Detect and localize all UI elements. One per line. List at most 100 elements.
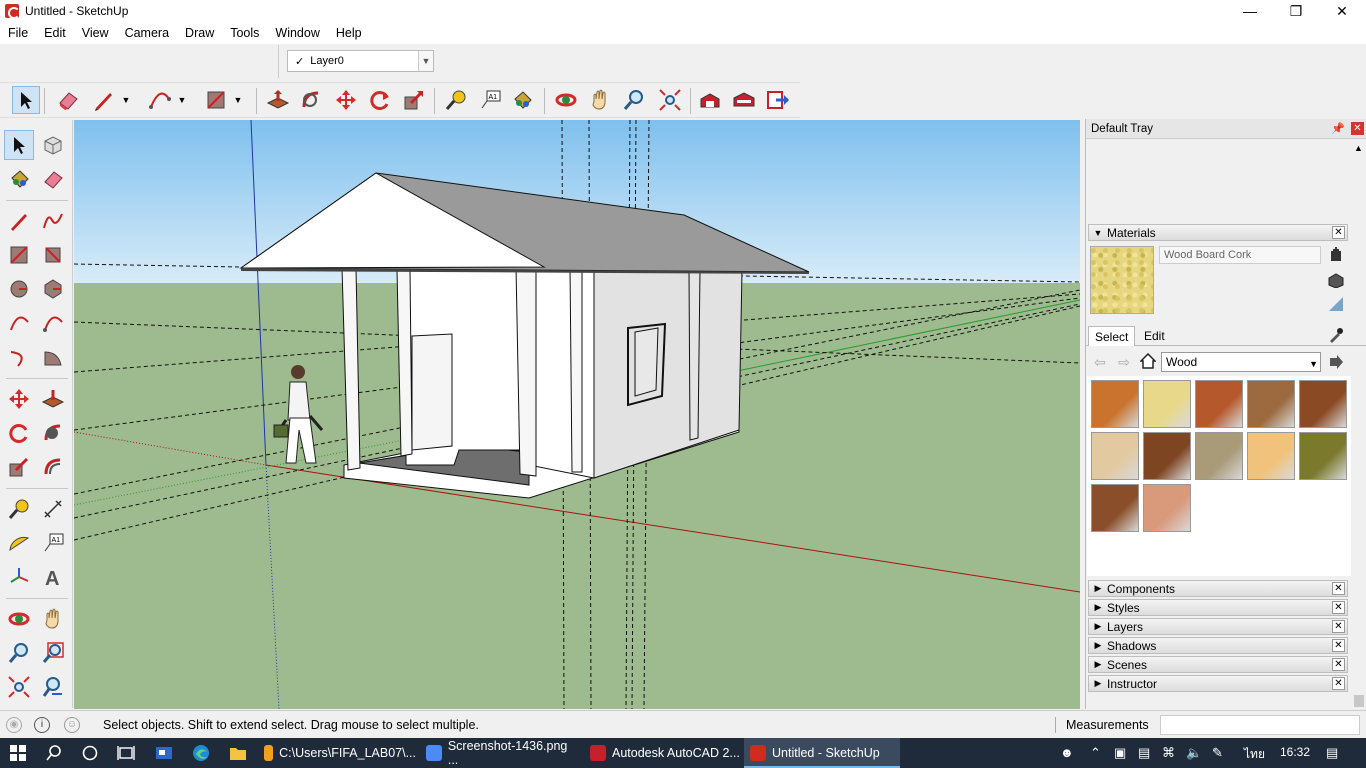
protractor-button[interactable] — [4, 528, 34, 558]
menu-draw[interactable]: Draw — [177, 22, 222, 44]
rotate-tool-button[interactable] — [366, 86, 394, 114]
material-swatch[interactable] — [1299, 380, 1347, 428]
pan-tool-button[interactable] — [586, 86, 614, 114]
show-hidden-icons-chevron-icon[interactable]: ⌃ — [1090, 745, 1101, 761]
chevron-down-icon[interactable]: ▼ — [418, 51, 433, 71]
tape-measure-button[interactable] — [4, 494, 34, 524]
material-swatch[interactable] — [1143, 380, 1191, 428]
shadows-panel-header[interactable]: ▶ Shadows ✕ — [1088, 637, 1348, 654]
scroll-thumb[interactable] — [1354, 695, 1364, 707]
line-dropdown-button[interactable]: ▼ — [118, 86, 134, 114]
material-swatch[interactable] — [1091, 484, 1139, 532]
minimize-button[interactable]: — — [1227, 0, 1273, 22]
three-point-arc-button[interactable] — [4, 342, 34, 372]
people-icon[interactable]: ☻ — [1060, 745, 1074, 760]
styles-panel-header[interactable]: ▶ Styles ✕ — [1088, 599, 1348, 616]
notifications-icon[interactable]: ▤ — [1326, 745, 1338, 761]
close-scenes-button[interactable]: ✕ — [1332, 658, 1345, 671]
sample-paint-toggle-icon[interactable] — [1327, 295, 1345, 313]
rotate-button[interactable] — [4, 418, 34, 448]
make-component-button[interactable] — [38, 130, 68, 160]
select-tool-button[interactable] — [4, 130, 34, 160]
close-layers-button[interactable]: ✕ — [1332, 620, 1345, 633]
menu-window[interactable]: Window — [267, 22, 327, 44]
close-window-button[interactable]: ✕ — [1319, 0, 1365, 22]
dimension-button[interactable] — [38, 494, 68, 524]
zoom-extents-tool-button[interactable] — [656, 86, 684, 114]
material-swatch[interactable] — [1143, 432, 1191, 480]
eyedropper-icon[interactable] — [1327, 326, 1345, 344]
scale-button[interactable] — [4, 452, 34, 482]
move-button[interactable] — [4, 384, 34, 414]
material-swatch[interactable] — [1247, 432, 1295, 480]
tape-measure-tool-button[interactable] — [442, 86, 470, 114]
circle-button[interactable] — [4, 274, 34, 304]
material-swatch[interactable] — [1299, 432, 1347, 480]
zoom-tool-button[interactable] — [620, 86, 648, 114]
volume-icon[interactable]: 🔈 — [1186, 745, 1202, 761]
modeling-viewport[interactable] — [74, 120, 1080, 709]
input-language[interactable]: ไทย — [1244, 745, 1265, 764]
pen-icon[interactable]: ✎ — [1212, 745, 1223, 761]
materials-panel-header[interactable]: ▼ Materials ✕ — [1088, 224, 1348, 241]
display-secondary-pane-icon[interactable] — [1327, 271, 1345, 289]
clock-time[interactable]: 16:32 — [1280, 745, 1310, 759]
move-tool-button[interactable] — [332, 86, 360, 114]
extension-warehouse-button[interactable] — [730, 86, 758, 114]
line-button[interactable] — [4, 206, 34, 236]
file-explorer-icon[interactable] — [220, 738, 256, 768]
close-tray-button[interactable]: ✕ — [1351, 122, 1364, 135]
arc-tool-button[interactable] — [146, 86, 174, 114]
home-icon[interactable] — [1139, 352, 1157, 370]
offset-button[interactable] — [38, 452, 68, 482]
material-name-field[interactable]: Wood Board Cork — [1159, 246, 1321, 264]
search-icon[interactable] — [36, 738, 72, 768]
close-instructor-button[interactable]: ✕ — [1332, 677, 1345, 690]
menu-file[interactable]: File — [0, 22, 36, 44]
menu-edit[interactable]: Edit — [36, 22, 74, 44]
close-materials-button[interactable]: ✕ — [1332, 226, 1345, 239]
eraser-tool-button[interactable] — [54, 86, 82, 114]
push-pull-tool-button[interactable] — [264, 86, 292, 114]
back-arrow-icon[interactable]: ⇦ — [1091, 353, 1109, 371]
edge-browser-icon[interactable] — [183, 738, 219, 768]
tray-scrollbar[interactable]: ▲ — [1352, 139, 1366, 709]
follow-me-tool-button[interactable] — [298, 86, 326, 114]
polygon-button[interactable] — [38, 274, 68, 304]
arc-button[interactable] — [4, 308, 34, 338]
taskbar-app-explorer[interactable]: C:\Users\FIFA_LAB07\... — [258, 738, 416, 768]
eraser-button[interactable] — [38, 164, 68, 194]
cortana-icon[interactable] — [72, 738, 108, 768]
scroll-up-icon[interactable]: ▲ — [1354, 143, 1363, 153]
taskbar-app-chrome[interactable]: Screenshot-1436.png ... — [420, 738, 580, 768]
material-swatch[interactable] — [1247, 380, 1295, 428]
two-point-arc-button[interactable] — [38, 308, 68, 338]
orbit-tool-button[interactable] — [552, 86, 580, 114]
text-tool-button[interactable]: A1 — [476, 86, 504, 114]
scenes-panel-header[interactable]: ▶ Scenes ✕ — [1088, 656, 1348, 673]
zoom-extents-button[interactable] — [4, 672, 34, 702]
credits-icon[interactable]: i — [34, 717, 50, 733]
close-shadows-button[interactable]: ✕ — [1332, 639, 1345, 652]
rotated-rectangle-button[interactable] — [38, 240, 68, 270]
user-account-icon[interactable]: ☺ — [64, 717, 80, 733]
send-to-layout-button[interactable] — [764, 86, 792, 114]
task-view-icon[interactable] — [108, 738, 144, 768]
instructor-panel-header[interactable]: ▶ Instructor ✕ — [1088, 675, 1348, 692]
taskbar-app-autocad[interactable]: Autodesk AutoCAD 2... — [584, 738, 740, 768]
windows-start-icon[interactable] — [0, 738, 36, 768]
material-swatch[interactable] — [1195, 432, 1243, 480]
menu-view[interactable]: View — [74, 22, 117, 44]
wifi-icon[interactable]: ⌘ — [1162, 745, 1175, 761]
line-tool-button[interactable] — [90, 86, 118, 114]
follow-me-button[interactable] — [38, 418, 68, 448]
menu-camera[interactable]: Camera — [117, 22, 177, 44]
measurements-input[interactable] — [1160, 715, 1360, 735]
material-swatch[interactable] — [1195, 380, 1243, 428]
components-panel-header[interactable]: ▶ Components ✕ — [1088, 580, 1348, 597]
library-dropdown[interactable]: Wood ▼ — [1161, 352, 1321, 372]
shape-dropdown-button[interactable]: ▼ — [230, 86, 246, 114]
menu-tools[interactable]: Tools — [222, 22, 267, 44]
orbit-button[interactable] — [4, 604, 34, 634]
3d-text-button[interactable]: A — [38, 562, 68, 592]
